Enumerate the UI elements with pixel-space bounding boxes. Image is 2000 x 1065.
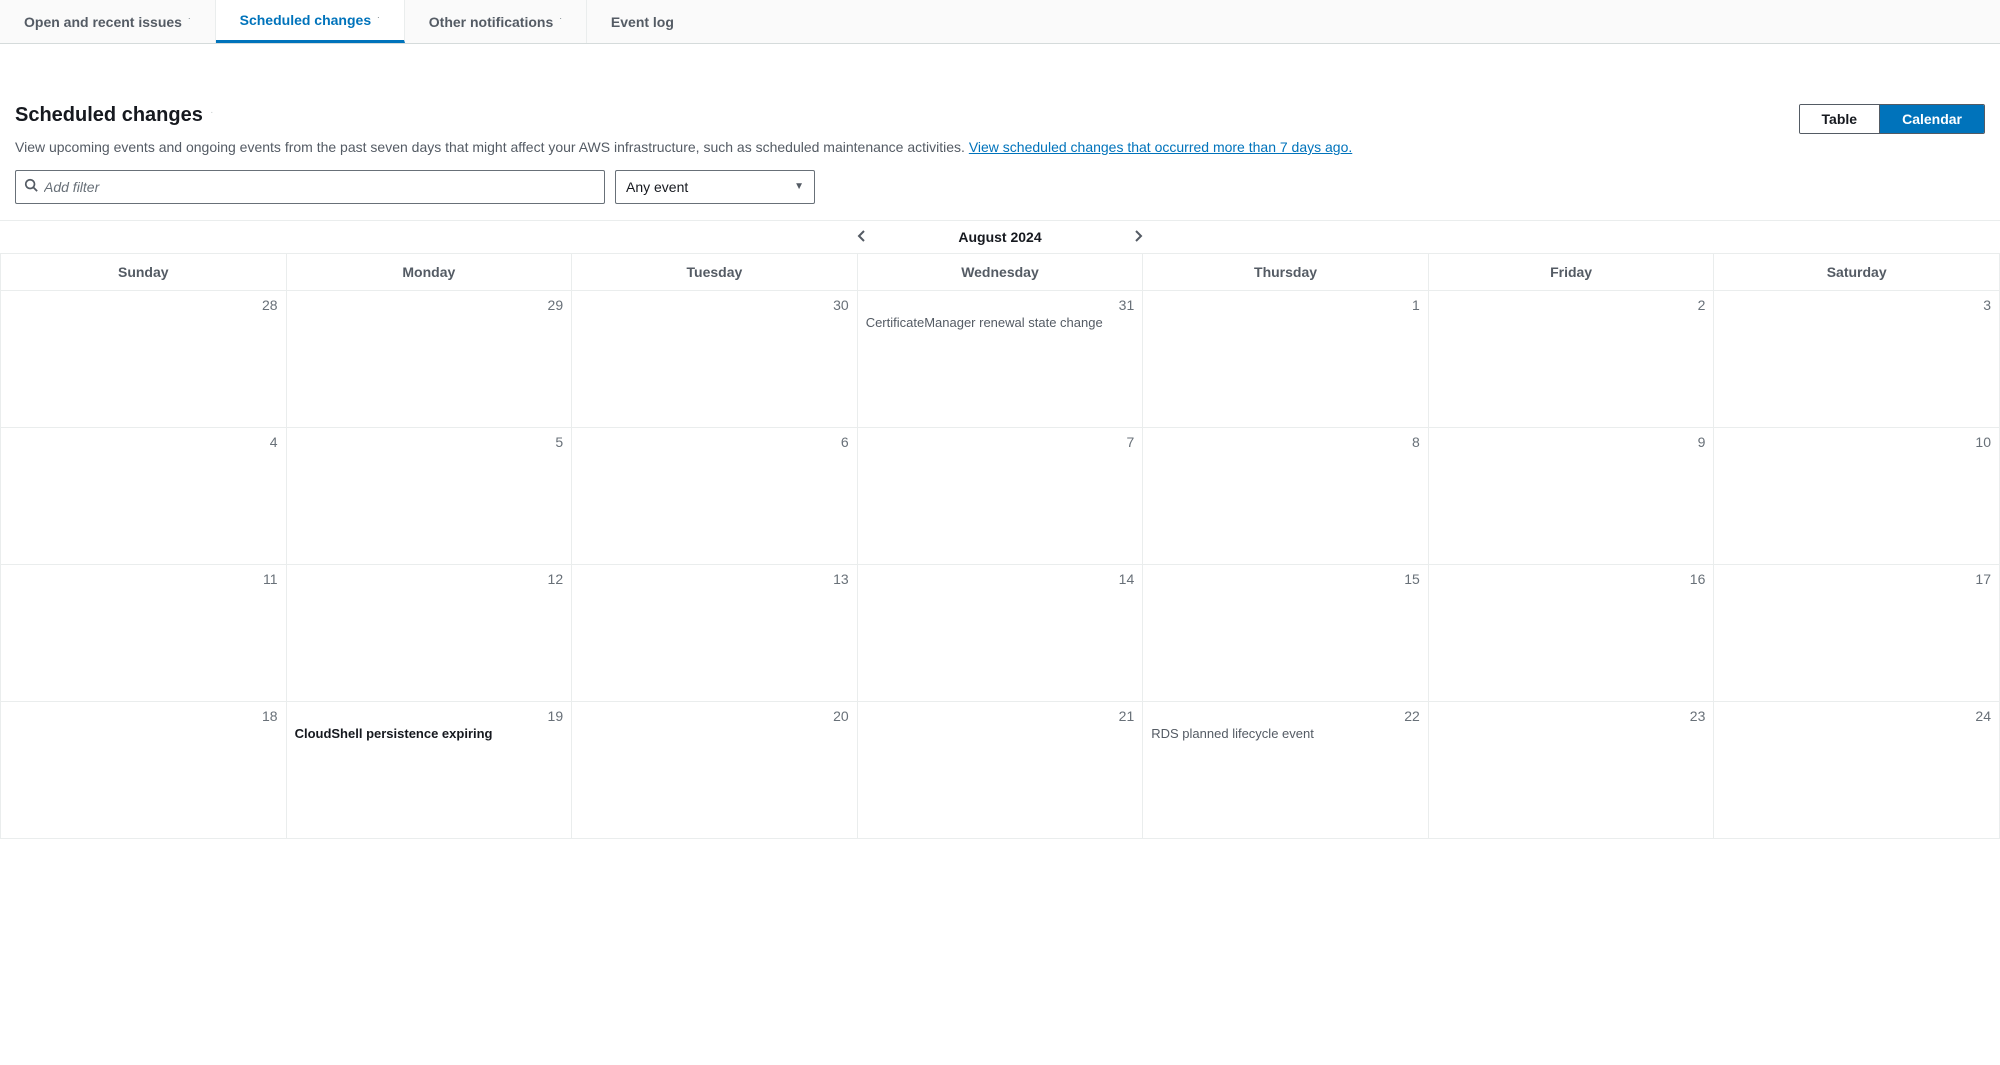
- day-number: 21: [866, 708, 1135, 724]
- tab-scheduled-changes[interactable]: Scheduled changes ˙: [216, 0, 405, 43]
- day-number: 13: [580, 571, 849, 587]
- day-number: 16: [1437, 571, 1706, 587]
- day-header: Thursday: [1143, 253, 1429, 290]
- calendar-event[interactable]: RDS planned lifecycle event: [1151, 726, 1420, 742]
- day-header: Saturday: [1714, 253, 2000, 290]
- calendar-cell[interactable]: 4: [1, 427, 287, 564]
- calendar-cell[interactable]: 8: [1143, 427, 1429, 564]
- day-number: 17: [1722, 571, 1991, 587]
- filter-input[interactable]: [44, 179, 596, 195]
- month-label: August 2024: [958, 229, 1041, 245]
- calendar-cell[interactable]: 17: [1714, 564, 2000, 701]
- title-badge: ˙: [211, 111, 214, 120]
- event-type-dropdown[interactable]: Any event ▼: [615, 170, 815, 204]
- calendar-cell[interactable]: 20: [572, 701, 858, 838]
- desc-text: View upcoming events and ongoing events …: [15, 139, 969, 155]
- calendar-cell[interactable]: 31 CertificateManager renewal state chang…: [857, 290, 1143, 427]
- calendar-cell[interactable]: 19 CloudShell persistence expiring: [286, 701, 572, 838]
- calendar-cell[interactable]: 14: [857, 564, 1143, 701]
- calendar-cell[interactable]: 7: [857, 427, 1143, 564]
- content-panel: Scheduled changes ˙ Table Calendar View …: [0, 84, 2000, 204]
- tab-event-log[interactable]: Event log: [587, 0, 698, 43]
- day-header: Friday: [1428, 253, 1714, 290]
- calendar-event[interactable]: CloudShell persistence expiring: [295, 726, 564, 742]
- calendar-cell[interactable]: 24: [1714, 701, 2000, 838]
- badge-dot: ˙: [188, 17, 191, 26]
- day-number: 12: [295, 571, 564, 587]
- calendar-cell[interactable]: 12: [286, 564, 572, 701]
- calendar-cell[interactable]: 29: [286, 290, 572, 427]
- day-number: 22: [1151, 708, 1420, 724]
- calendar-cell[interactable]: 13: [572, 564, 858, 701]
- dropdown-label: Any event: [626, 179, 688, 195]
- calendar-cell[interactable]: 1: [1143, 290, 1429, 427]
- calendar-cell[interactable]: 30: [572, 290, 858, 427]
- calendar-cell[interactable]: 11: [1, 564, 287, 701]
- month-navigator: August 2024: [0, 220, 2000, 253]
- day-number: 18: [9, 708, 278, 724]
- day-header: Tuesday: [572, 253, 858, 290]
- page-description: View upcoming events and ongoing events …: [15, 138, 1985, 158]
- search-icon: [24, 178, 38, 195]
- tab-open-recent-issues[interactable]: Open and recent issues ˙: [0, 0, 216, 43]
- day-number: 19: [295, 708, 564, 724]
- badge-dot: ˙: [377, 16, 380, 25]
- calendar-cell[interactable]: 28: [1, 290, 287, 427]
- calendar-cell[interactable]: 16: [1428, 564, 1714, 701]
- calendar-cell[interactable]: 5: [286, 427, 572, 564]
- calendar-cell[interactable]: 6: [572, 427, 858, 564]
- day-header: Monday: [286, 253, 572, 290]
- day-number: 29: [295, 297, 564, 313]
- day-number: 30: [580, 297, 849, 313]
- filter-field[interactable]: [15, 170, 605, 204]
- calendar-cell[interactable]: 2: [1428, 290, 1714, 427]
- day-number: 6: [580, 434, 849, 450]
- page-title: Scheduled changes: [15, 104, 203, 127]
- day-number: 1: [1151, 297, 1420, 313]
- calendar-cell[interactable]: 22 RDS planned lifecycle event: [1143, 701, 1429, 838]
- day-number: 3: [1722, 297, 1991, 313]
- tab-label: Event log: [611, 14, 674, 30]
- day-header: Wednesday: [857, 253, 1143, 290]
- calendar-cell[interactable]: 18: [1, 701, 287, 838]
- day-number: 23: [1437, 708, 1706, 724]
- day-number: 5: [295, 434, 564, 450]
- tabs-bar: Open and recent issues ˙ Scheduled chang…: [0, 0, 2000, 44]
- tab-label: Open and recent issues: [24, 14, 182, 30]
- day-number: 14: [866, 571, 1135, 587]
- calendar-cell[interactable]: 9: [1428, 427, 1714, 564]
- day-number: 20: [580, 708, 849, 724]
- calendar-cell[interactable]: 10: [1714, 427, 2000, 564]
- day-number: 9: [1437, 434, 1706, 450]
- calendar-cell[interactable]: 23: [1428, 701, 1714, 838]
- day-number: 2: [1437, 297, 1706, 313]
- day-number: 4: [9, 434, 278, 450]
- calendar-cell[interactable]: 3: [1714, 290, 2000, 427]
- tab-other-notifications[interactable]: Other notifications ˙: [405, 0, 587, 43]
- day-number: 11: [9, 571, 278, 587]
- calendar-event[interactable]: CertificateManager renewal state change: [866, 315, 1135, 331]
- tab-label: Scheduled changes: [240, 12, 371, 28]
- day-number: 8: [1151, 434, 1420, 450]
- caret-down-icon: ▼: [794, 181, 804, 192]
- day-number: 15: [1151, 571, 1420, 587]
- desc-link[interactable]: View scheduled changes that occurred mor…: [969, 139, 1352, 155]
- calendar-cell[interactable]: 21: [857, 701, 1143, 838]
- day-number: 28: [9, 297, 278, 313]
- prev-month-button[interactable]: [856, 229, 868, 245]
- day-number: 24: [1722, 708, 1991, 724]
- calendar-cell[interactable]: 15: [1143, 564, 1429, 701]
- tab-label: Other notifications: [429, 14, 553, 30]
- calendar-grid: SundayMondayTuesdayWednesdayThursdayFrid…: [0, 253, 2000, 839]
- day-number: 31: [866, 297, 1135, 313]
- toggle-calendar-button[interactable]: Calendar: [1879, 105, 1984, 133]
- badge-dot: ˙: [559, 17, 562, 26]
- day-header: Sunday: [1, 253, 287, 290]
- toggle-table-button[interactable]: Table: [1800, 105, 1880, 133]
- day-number: 10: [1722, 434, 1991, 450]
- day-number: 7: [866, 434, 1135, 450]
- next-month-button[interactable]: [1132, 229, 1144, 245]
- view-toggle: Table Calendar: [1799, 104, 1985, 134]
